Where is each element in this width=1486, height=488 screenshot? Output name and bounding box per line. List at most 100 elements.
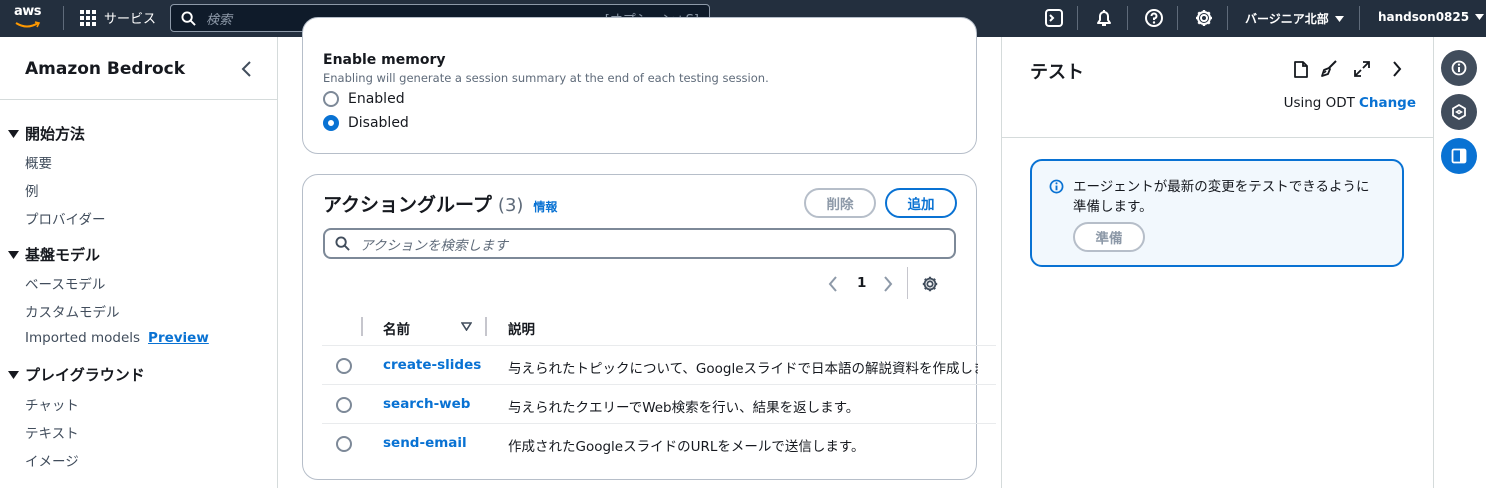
prepare-button[interactable]: 準備 (1073, 222, 1145, 252)
agent-panel-button[interactable] (1441, 94, 1477, 130)
test-panel-toggle-button[interactable] (1441, 138, 1477, 174)
action-group-name-link[interactable]: create-slides (383, 357, 481, 373)
pagination-prev-icon[interactable] (828, 276, 838, 292)
action-search-input[interactable]: アクションを検索します (323, 228, 956, 259)
action-group-name-link[interactable]: search-web (383, 396, 470, 412)
delete-button[interactable]: 削除 (804, 188, 876, 218)
chevron-right-icon[interactable] (1392, 61, 1402, 77)
radio-label: Enabled (348, 91, 405, 107)
sort-descending-icon[interactable] (461, 322, 472, 331)
right-tool-rail (1433, 37, 1486, 488)
test-panel: テスト Using ODT Change エージェントが最新の変更をテストできる… (1001, 37, 1433, 488)
table-divider (322, 423, 996, 424)
radio-enabled[interactable]: Enabled (323, 91, 405, 107)
table-preferences-gear-icon[interactable] (921, 275, 939, 293)
sidebar-divider (0, 99, 277, 100)
column-separator (485, 317, 487, 336)
expand-icon[interactable] (1354, 61, 1370, 77)
radio-button[interactable] (323, 91, 339, 107)
sidebar-item-chat[interactable]: チャット (25, 394, 79, 414)
grid-icon (80, 9, 96, 26)
services-label: サービス (104, 12, 157, 27)
radio-disabled[interactable]: Disabled (323, 115, 409, 131)
sidebar-item-text[interactable]: テキスト (25, 422, 79, 442)
info-icon (1451, 60, 1467, 76)
memory-settings-card: Enable memory Enabling will generate a s… (302, 17, 977, 154)
radio-button-selected[interactable] (323, 115, 339, 131)
caret-down-icon (1334, 15, 1344, 22)
pagination-divider (907, 267, 908, 299)
account-menu[interactable]: handson0825 (1378, 10, 1485, 24)
search-icon (181, 10, 196, 26)
action-group-description: 与えられたクエリーでWeb検索を行い、結果を返します。 (508, 400, 860, 416)
row-radio-button[interactable] (336, 436, 352, 452)
test-panel-divider (1002, 137, 1433, 138)
notifications-bell-icon[interactable] (1094, 8, 1114, 28)
preview-badge-link[interactable]: Preview (148, 330, 209, 346)
topbar-divider (63, 6, 64, 30)
row-radio-button[interactable] (336, 358, 352, 374)
sidebar-title: Amazon Bedrock (25, 59, 186, 79)
caret-down-icon (1475, 14, 1485, 20)
user-name: handson0825 (1378, 10, 1470, 24)
using-odt-label: Using ODT (1283, 95, 1355, 111)
info-panel-button[interactable] (1441, 50, 1477, 86)
services-menu-button[interactable]: サービス (80, 8, 156, 27)
hexagon-agent-icon (1452, 104, 1466, 120)
search-icon (335, 236, 350, 251)
help-icon[interactable] (1144, 8, 1164, 28)
action-group-description: 作成されたGoogleスライドのURLをメールで送信します。 (508, 439, 865, 455)
sidebar-item-label: Imported models (25, 330, 141, 346)
sidebar-item-examples[interactable]: 例 (25, 180, 39, 200)
sidebar-item-overview[interactable]: 概要 (25, 152, 52, 172)
change-link[interactable]: Change (1359, 95, 1416, 111)
alert-message: エージェントが最新の変更をテストできるように準備します。 (1073, 179, 1370, 215)
main-content: Enable memory Enabling will generate a s… (278, 17, 1001, 488)
sidebar-item-image[interactable]: イメージ (25, 450, 79, 470)
topbar-divider (1077, 6, 1078, 30)
action-group-description: 与えられたトピックについて、Googleスライドで日本語の解説資料を作成します。 (508, 361, 978, 377)
sidebar-section-label: 開始方法 (25, 125, 86, 143)
row-radio-button[interactable] (336, 397, 352, 413)
sidebar-item-custom-models[interactable]: カスタムモデル (25, 301, 120, 321)
sidebar-item-base-models[interactable]: ベースモデル (25, 273, 105, 293)
add-button[interactable]: 追加 (885, 188, 957, 218)
pagination-next-icon[interactable] (883, 276, 893, 292)
enable-memory-description: Enabling will generate a session summary… (323, 71, 769, 85)
sidebar-item-providers[interactable]: プロバイダー (25, 208, 105, 228)
using-odt-row: Using ODT Change (1284, 95, 1416, 111)
sidebar-item-imported-models[interactable]: Imported models Preview (25, 330, 209, 346)
sidebar-section-foundation-models[interactable]: 基盤モデル (8, 244, 100, 265)
region-selector[interactable]: バージニア北部 (1245, 10, 1344, 27)
clear-brush-icon[interactable] (1320, 60, 1338, 78)
sidebar-section-label: プレイグラウンド (25, 366, 145, 384)
info-icon (1049, 179, 1064, 194)
sidebar-section-label: 基盤モデル (25, 246, 101, 264)
table-divider (322, 345, 996, 346)
search-placeholder: アクションを検索します (360, 237, 508, 254)
caret-down-icon (8, 370, 19, 379)
enable-memory-title: Enable memory (323, 52, 446, 68)
column-separator (361, 317, 363, 336)
column-header-description: 説明 (508, 322, 535, 338)
collapse-chevron-left-icon[interactable] (240, 61, 254, 77)
test-panel-title: テスト (1030, 62, 1084, 83)
pagination-page-number[interactable]: 1 (857, 275, 866, 291)
action-groups-header: アクショングループ (3) 情報 (323, 190, 557, 217)
side-navigation: Amazon Bedrock 開始方法 概要 例 プロバイダー 基盤モデル ベー… (0, 37, 278, 488)
sidebar-section-playground[interactable]: プレイグラウンド (8, 364, 145, 385)
document-icon[interactable] (1294, 61, 1308, 78)
settings-gear-icon[interactable] (1194, 8, 1214, 28)
action-groups-count: (3) (497, 195, 524, 216)
info-alert: エージェントが最新の変更をテストできるように準備します。 準備 (1030, 159, 1404, 267)
aws-logo[interactable]: aws (14, 4, 50, 32)
info-link[interactable]: 情報 (533, 198, 557, 215)
radio-label: Disabled (348, 115, 409, 131)
topbar-divider (1177, 6, 1178, 30)
table-divider (322, 384, 996, 385)
sidebar-section-getting-started[interactable]: 開始方法 (8, 123, 85, 144)
cloudshell-icon[interactable] (1044, 8, 1064, 28)
action-group-name-link[interactable]: send-email (383, 435, 467, 451)
action-groups-title: アクショングループ (323, 194, 492, 216)
column-header-name[interactable]: 名前 (383, 318, 410, 338)
